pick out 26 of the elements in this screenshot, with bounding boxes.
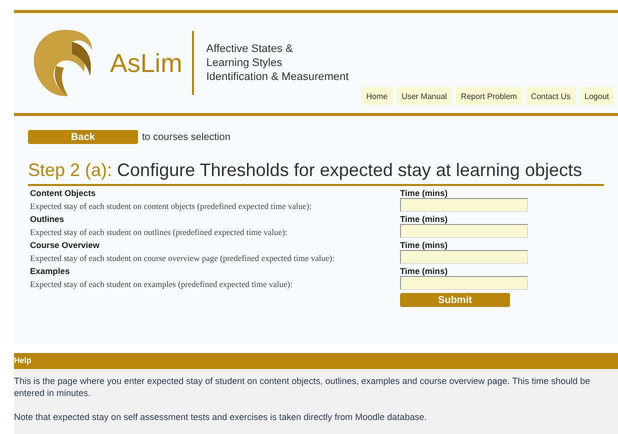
help-paragraph: Note that expected stay on self assessment tests and exercises is taken directly from Moodle database. [14,411,428,423]
nav-button[interactable]: User Manual [396,87,452,105]
field-label: Time (mins) [400,266,449,276]
page-title: Step 2 (a): Configure Thresholds for expected stay at learning objects [28,160,583,181]
nav-button[interactable]: Report Problem [456,87,522,105]
field-description: Expected stay of each student on outlines (predefined expected time value): [30,227,288,237]
nav-button[interactable]: Contact Us [526,87,576,105]
section-label: Outlines [30,214,66,224]
section-label: Examples [30,266,71,276]
nav-button[interactable]: Logout [580,87,614,105]
help-paragraph: This is the page where you enter expected stay of student on content objects, outlines, examples and course overview page. This time should be entered in minutes. [14,375,592,399]
field-description: Expected stay of each student on content objects (predefined expected time value): [30,201,312,211]
section-label: Course Overview [30,240,100,250]
field-label: Time (mins) [400,240,449,250]
field-label: Time (mins) [400,214,449,224]
tagline-text: Learning Styles [206,56,284,70]
field-description: Expected stay of each student on course overview page (predefined expected time value): [30,253,334,263]
field-label: Time (mins) [400,188,449,198]
help-header: Help [14,353,618,369]
section-label: Content Objects [30,188,97,198]
logo-text: AsLim [110,48,182,78]
tagline-text: Affective States & [206,42,294,56]
back-caption: to courses selection [142,132,230,142]
nav-button[interactable]: Home [361,87,393,105]
field-description: Expected stay of each student on examples (predefined expected time value): [30,279,292,289]
tagline-text: Identification & Measurement [206,70,349,84]
